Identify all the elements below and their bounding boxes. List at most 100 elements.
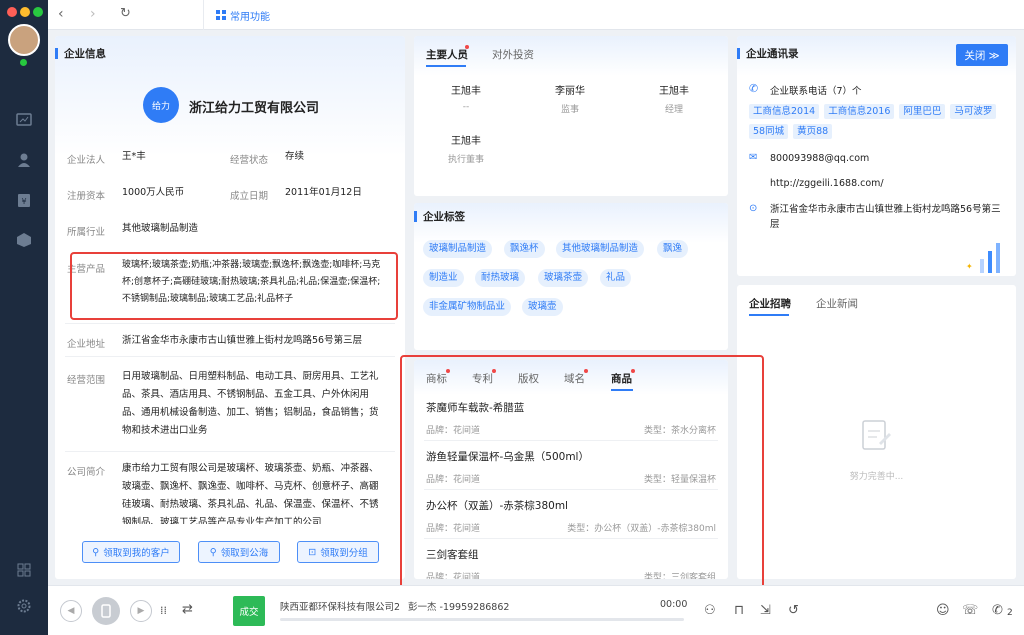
user-icon: ⚲ (209, 546, 217, 558)
call-company: 陕西亚都环保科技有限公司2 (280, 602, 401, 613)
phone-icon: ✆ (749, 82, 759, 95)
company-name: 浙江给力工贸有限公司 (189, 101, 320, 116)
agent-icon[interactable]: ☺ (936, 603, 950, 618)
company-logo: 给力 (143, 87, 179, 123)
legal-label: 企业法人 (67, 155, 106, 166)
tag-item[interactable]: 礼品 (600, 269, 632, 287)
decoration-bars-icon: ✦ (966, 243, 1000, 273)
tag-item[interactable]: 耐热玻璃 (475, 269, 526, 287)
person-item[interactable]: 王旭丰 执行董事 (426, 132, 506, 165)
tags-title: 企业标签 (414, 209, 465, 224)
tag-item[interactable]: 其他玻璃制品制造 (556, 240, 645, 258)
contacts-title: 企业通讯录 (737, 46, 799, 61)
sidebar: ¥ (0, 0, 48, 635)
person-item[interactable]: 王旭丰 经理 (634, 82, 714, 115)
tag-item[interactable]: 制造业 (423, 269, 464, 287)
svg-text:¥: ¥ (21, 197, 26, 206)
folder-icon: ⊡ (308, 546, 317, 558)
tab-external-investment[interactable]: 对外投资 (492, 47, 534, 62)
people-panel: 主要人员 对外投资 王旭丰 -- 李丽华 监事 王旭丰 经理 王旭丰 执行董事 (414, 36, 728, 196)
recruit-panel: 企业招聘 企业新闻 努力完善中... (737, 285, 1016, 579)
address-value: 浙江省金华市永康市古山镇世雅上街村龙鸣路56号第三层 (122, 335, 363, 346)
top-toolbar: ‹ › ↻ 常用功能 (48, 0, 1024, 30)
company-info-title: 企业信息 (55, 46, 106, 61)
tag-item[interactable]: 玻璃壶 (522, 298, 563, 316)
back-arrow-icon[interactable]: ‹ (58, 6, 64, 22)
avatar[interactable] (8, 24, 40, 56)
call-progress-bar (280, 618, 684, 621)
empty-state-text: 努力完善中... (849, 472, 904, 482)
tab-recruitment[interactable]: 企业招聘 (749, 296, 791, 311)
source-tag[interactable]: 黄页88 (793, 124, 833, 139)
wallet-icon[interactable]: ¥ (14, 190, 34, 210)
industry-label: 所属行业 (67, 227, 106, 238)
source-tag[interactable]: 阿里巴巴 (899, 104, 946, 119)
intro-label: 公司简介 (67, 467, 106, 478)
user-icon: ⚲ (92, 546, 100, 558)
founded-value: 2011年01月12日 (285, 187, 362, 198)
capital-value: 1000万人民币 (122, 187, 185, 198)
phone-device-icon[interactable] (92, 597, 120, 625)
cube-icon[interactable] (14, 230, 34, 250)
claim-public-sea-button[interactable]: ⚲ 领取到公海 (198, 541, 280, 563)
website-value[interactable]: http://zggeili.1688.com/ (770, 178, 884, 189)
next-icon[interactable]: ▶ (130, 600, 152, 622)
settings-gear-icon[interactable] (14, 596, 34, 616)
transfer-user-icon[interactable]: ⚇ (704, 603, 716, 618)
apps-grid-icon[interactable] (14, 560, 34, 580)
online-status-icon (20, 59, 27, 66)
export-icon[interactable]: ⇲ (760, 603, 771, 618)
tag-item[interactable]: 玻璃茶壶 (538, 269, 589, 287)
dialpad-icon[interactable]: ⁞⁞ (160, 604, 167, 617)
rotate-icon[interactable]: ↺ (788, 603, 799, 618)
source-tag[interactable]: 58同城 (749, 124, 789, 139)
svg-text:✦: ✦ (966, 262, 973, 271)
highlight-goods-box (400, 355, 764, 595)
legal-value: 王*丰 (122, 151, 146, 162)
email-value[interactable]: 800093988@qq.com (770, 153, 869, 164)
tag-item[interactable]: 飘逸杯 (504, 240, 545, 258)
chart-icon[interactable] (14, 110, 34, 130)
tag-item[interactable]: 飘逸 (657, 240, 689, 258)
window-minimize-dot[interactable] (20, 7, 30, 17)
forward-arrow-icon[interactable]: › (90, 6, 96, 22)
previous-icon[interactable]: ◀ (60, 600, 82, 622)
swap-icon[interactable]: ⇄ (182, 602, 193, 617)
user-icon[interactable] (14, 150, 34, 170)
contact-address: 浙江省金华市永康市古山镇世雅上街村龙鸣路56号第三层 (770, 204, 1001, 230)
tag-item[interactable]: 玻璃制品制造 (423, 240, 493, 258)
industry-value: 其他玻璃制品制造 (122, 223, 199, 234)
scope-value: 日用玻璃制品、日用塑料制品、电动工具、厨房用具、工艺礼品、茶具、酒店用具、不锈钢… (122, 371, 379, 436)
tab-common-functions[interactable]: 常用功能 (203, 0, 282, 30)
deal-button[interactable]: 成交 (233, 596, 265, 626)
claim-group-button[interactable]: ⊡ 领取到分组 (297, 541, 379, 563)
tab-news[interactable]: 企业新闻 (816, 296, 858, 311)
person-item[interactable]: 李丽华 监事 (530, 82, 610, 115)
source-tag[interactable]: 工商信息2014 (749, 104, 820, 119)
email-icon: ✉ (749, 152, 758, 163)
call-phone-icon[interactable]: ✆ (992, 603, 1003, 618)
capital-label: 注册资本 (67, 191, 106, 202)
call-count-badge: 2 (1007, 608, 1013, 618)
claim-my-customers-button[interactable]: ⚲ 领取到我的客户 (82, 541, 180, 563)
refresh-icon[interactable]: ↻ (120, 6, 131, 21)
window-close-dot[interactable] (7, 7, 17, 17)
founded-label: 成立日期 (230, 191, 269, 202)
status-value: 存续 (285, 151, 305, 162)
headset-icon[interactable]: ☏ (962, 603, 978, 618)
empty-state-icon (862, 420, 891, 450)
person-item[interactable]: 王旭丰 -- (426, 82, 506, 112)
close-contacts-button[interactable]: 关闭 ≫ (956, 44, 1008, 66)
tab-common-label: 常用功能 (230, 11, 270, 23)
call-bar: ◀ ▶ ⁞⁞ ⇄ 成交 陕西亚都环保科技有限公司2 彭一杰 -199592868… (48, 585, 1024, 635)
call-contact: 彭一杰 -19959286862 (408, 602, 510, 613)
intro-value: 康市给力工贸有限公司是玻璃杯、玻璃茶壶、奶瓶、冲茶器、玻璃壶、飘逸杯、飘逸壶、咖… (122, 463, 379, 524)
highlight-products-box (70, 252, 398, 320)
tag-item[interactable]: 非金属矿物制品业 (423, 298, 512, 316)
grid-icon (216, 10, 226, 20)
window-zoom-dot[interactable] (33, 7, 43, 17)
source-tag[interactable]: 工商信息2016 (824, 104, 895, 119)
tab-main-people[interactable]: 主要人员 (426, 47, 468, 62)
source-tag[interactable]: 马可波罗 (950, 104, 997, 119)
lock-icon[interactable]: ⊓ (734, 603, 744, 618)
